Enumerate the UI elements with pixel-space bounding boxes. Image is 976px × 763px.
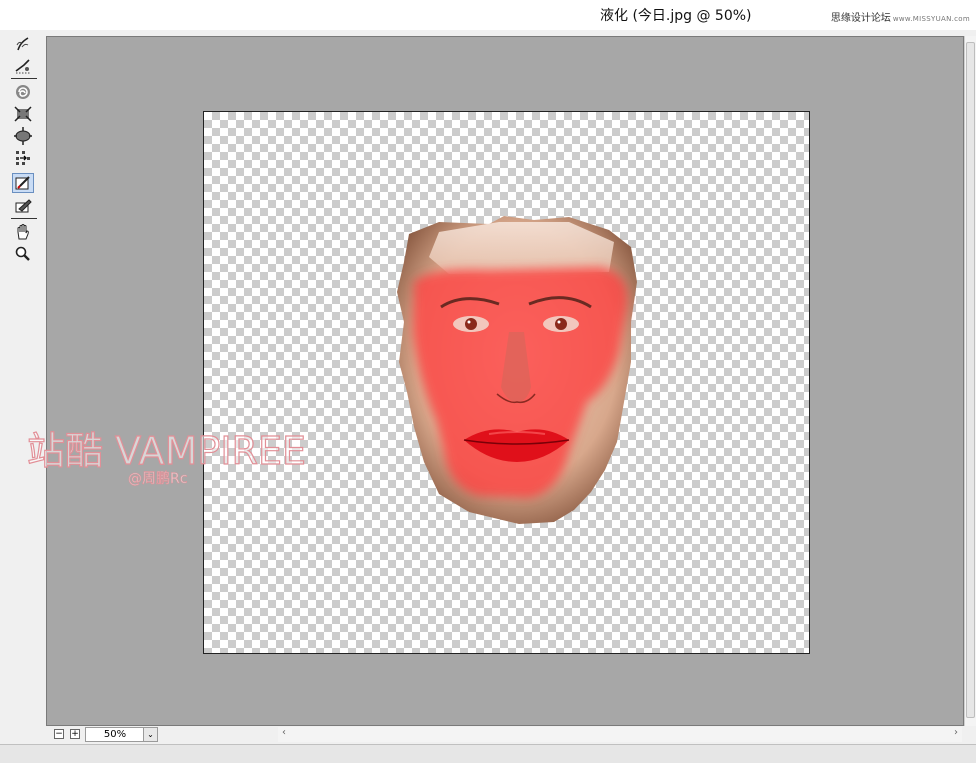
tool-divider	[11, 218, 37, 219]
push-left-tool-icon[interactable]	[12, 148, 34, 168]
title-bar: 液化 (今日.jpg @ 50%) 思缘设计论坛 www.MISSYUAN.com	[0, 0, 976, 30]
status-bar: − + 50% ⌄ ‹ ›	[46, 726, 964, 744]
scroll-right-icon[interactable]: ›	[954, 727, 958, 738]
thaw-mask-tool-icon[interactable]	[12, 196, 34, 216]
vertical-scroll-thumb[interactable]	[966, 42, 975, 718]
zoom-in-button[interactable]: +	[70, 729, 80, 739]
site-watermark-text: 思缘设计论坛	[830, 13, 891, 24]
zoom-area-divider	[161, 727, 279, 742]
face-image	[397, 216, 637, 524]
scroll-left-icon[interactable]: ‹	[282, 727, 286, 738]
zoom-level-field[interactable]: 50%	[85, 727, 145, 742]
zoom-dropdown-button[interactable]: ⌄	[143, 727, 158, 742]
reconstruct-tool-icon[interactable]	[12, 56, 34, 76]
site-watermark: 思缘设计论坛 www.MISSYUAN.com	[831, 9, 970, 24]
hand-tool-icon[interactable]	[12, 222, 34, 242]
tool-divider	[11, 78, 37, 79]
pucker-tool-icon[interactable]	[12, 104, 34, 124]
zoom-out-button[interactable]: −	[54, 729, 64, 739]
vertical-scrollbar[interactable]	[964, 36, 976, 726]
freeze-mask-tool-icon[interactable]	[12, 173, 34, 193]
chevron-down-icon: ⌄	[147, 730, 154, 739]
zoom-tool-icon[interactable]	[12, 244, 34, 264]
tool-palette	[8, 34, 40, 334]
horizontal-scrollbar[interactable]: ‹ ›	[278, 727, 962, 742]
image-preview[interactable]	[203, 111, 810, 654]
bloat-tool-icon[interactable]	[12, 126, 34, 146]
window-title: 液化 (今日.jpg @ 50%)	[600, 8, 752, 24]
twirl-tool-icon[interactable]	[12, 82, 34, 102]
dialog-bottom-edge	[0, 744, 976, 763]
watermark-author: @周鹏Rc	[128, 471, 188, 488]
watermark-main: 站酷 VAMPIREE	[26, 428, 306, 473]
forward-warp-tool-icon[interactable]	[12, 34, 34, 54]
site-url: www.MISSYUAN.com	[892, 15, 970, 23]
